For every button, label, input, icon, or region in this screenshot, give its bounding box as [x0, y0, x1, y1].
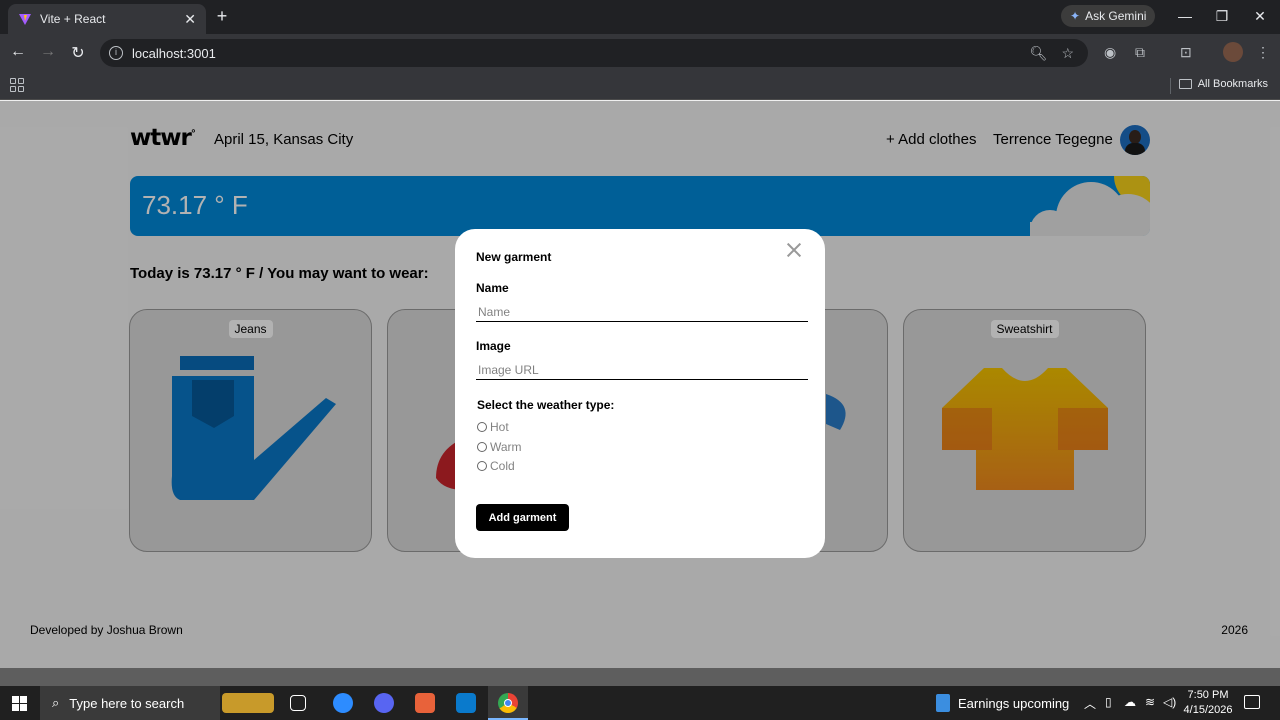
- radio-warm[interactable]: Warm: [477, 440, 522, 454]
- all-bookmarks-button[interactable]: All Bookmarks: [1178, 78, 1268, 90]
- radio-label: Cold: [490, 459, 515, 473]
- radio-label: Hot: [490, 420, 509, 434]
- ask-gemini-button[interactable]: ✦ Ask Gemini: [1061, 5, 1156, 27]
- notification-icon[interactable]: [1244, 695, 1260, 709]
- clock-date: 4/15/2026: [1183, 704, 1233, 716]
- image-label: Image: [476, 339, 511, 353]
- all-bookmarks-label: All Bookmarks: [1197, 78, 1268, 90]
- news-icon: [936, 694, 950, 712]
- close-window-icon[interactable]: ✕: [1250, 8, 1270, 25]
- url-text: localhost:3001: [132, 45, 216, 61]
- gemini-icon: ✦: [1070, 9, 1081, 23]
- folder-icon: [1178, 79, 1192, 89]
- radio-button[interactable]: [477, 422, 487, 432]
- meet-now-icon[interactable]: ▯: [1105, 695, 1112, 709]
- radio-cold[interactable]: Cold: [477, 459, 515, 473]
- volume-icon[interactable]: ◁): [1163, 695, 1176, 709]
- onedrive-icon[interactable]: ☁: [1124, 695, 1136, 709]
- name-label: Name: [476, 281, 509, 295]
- search-placeholder: Type here to search: [69, 695, 185, 711]
- back-icon[interactable]: ←: [8, 43, 28, 61]
- chrome-icon: [498, 693, 518, 713]
- modal-title: New garment: [476, 250, 552, 264]
- chrome-taskbar-item[interactable]: [488, 686, 528, 720]
- system-clock[interactable]: 7:50 PM 4/15/2026: [1180, 688, 1236, 718]
- site-info-icon[interactable]: i: [109, 46, 123, 60]
- browser-toolbar: ← → ↻ i localhost:3001 🔍︎ ☆ ◉ ⧉ ⊡ ⋮: [0, 34, 1280, 72]
- zoom-app-icon[interactable]: [333, 693, 353, 713]
- minimize-icon[interactable]: —: [1175, 8, 1195, 24]
- profile-avatar[interactable]: [1223, 42, 1243, 62]
- discord-icon[interactable]: [374, 693, 394, 713]
- image-url-input[interactable]: [476, 360, 808, 380]
- add-garment-button[interactable]: Add garment: [476, 504, 569, 531]
- news-widget[interactable]: Earnings upcoming: [936, 694, 1069, 712]
- bookmark-star-icon[interactable]: ☆: [1061, 45, 1074, 62]
- menu-icon[interactable]: ⋮: [1256, 44, 1270, 61]
- search-highlight-icon[interactable]: [222, 693, 274, 713]
- bookmarks-bar: All Bookmarks: [0, 72, 1280, 100]
- wifi-icon[interactable]: ≋: [1145, 695, 1155, 709]
- apps-grid-icon[interactable]: [10, 78, 24, 92]
- eye-icon[interactable]: ◉: [1104, 44, 1116, 61]
- reload-icon[interactable]: ↻: [68, 43, 88, 63]
- close-tab-icon[interactable]: ✕: [184, 11, 196, 28]
- radio-button[interactable]: [477, 461, 487, 471]
- vscode-icon[interactable]: [456, 693, 476, 713]
- browser-tab-bar: Vite + React ✕ + ✦ Ask Gemini — ❐ ✕: [0, 0, 1280, 34]
- radio-label: Warm: [490, 440, 522, 454]
- news-text: Earnings upcoming: [958, 695, 1070, 711]
- clock-time: 7:50 PM: [1187, 689, 1229, 701]
- taskbar-search[interactable]: ⌕ Type here to search: [40, 686, 220, 720]
- forward-icon[interactable]: →: [38, 43, 58, 61]
- search-icon: ⌕: [52, 695, 60, 710]
- task-view-icon[interactable]: [290, 695, 306, 711]
- name-input[interactable]: [476, 302, 808, 322]
- zoom-icon[interactable]: 🔍︎: [1030, 45, 1048, 62]
- new-garment-modal: New garment Name Image Select the weathe…: [455, 229, 825, 558]
- claude-icon[interactable]: [415, 693, 435, 713]
- ask-gemini-label: Ask Gemini: [1085, 9, 1147, 23]
- new-tab-button[interactable]: +: [212, 6, 232, 26]
- address-bar[interactable]: i localhost:3001 🔍︎ ☆: [100, 39, 1088, 67]
- extensions-icon[interactable]: ⧉: [1135, 44, 1145, 61]
- radio-hot[interactable]: Hot: [477, 420, 509, 434]
- close-icon[interactable]: [785, 241, 803, 259]
- radio-button[interactable]: [477, 442, 487, 452]
- tab-title: Vite + React: [40, 12, 106, 26]
- windows-start-icon[interactable]: [12, 696, 27, 711]
- restore-icon[interactable]: ❐: [1212, 8, 1232, 25]
- tray-chevron-icon[interactable]: ︿: [1084, 695, 1096, 712]
- vite-icon: [19, 14, 31, 25]
- bookmarks-divider: [1170, 78, 1171, 94]
- taskbar: ⌕ Type here to search Earnings upcoming …: [0, 686, 1280, 720]
- page-bottom-strip: [0, 668, 1280, 686]
- browser-tab[interactable]: Vite + React ✕: [8, 4, 206, 34]
- weather-type-label: Select the weather type:: [477, 398, 615, 412]
- tab-search-icon[interactable]: ⊡: [1180, 44, 1192, 61]
